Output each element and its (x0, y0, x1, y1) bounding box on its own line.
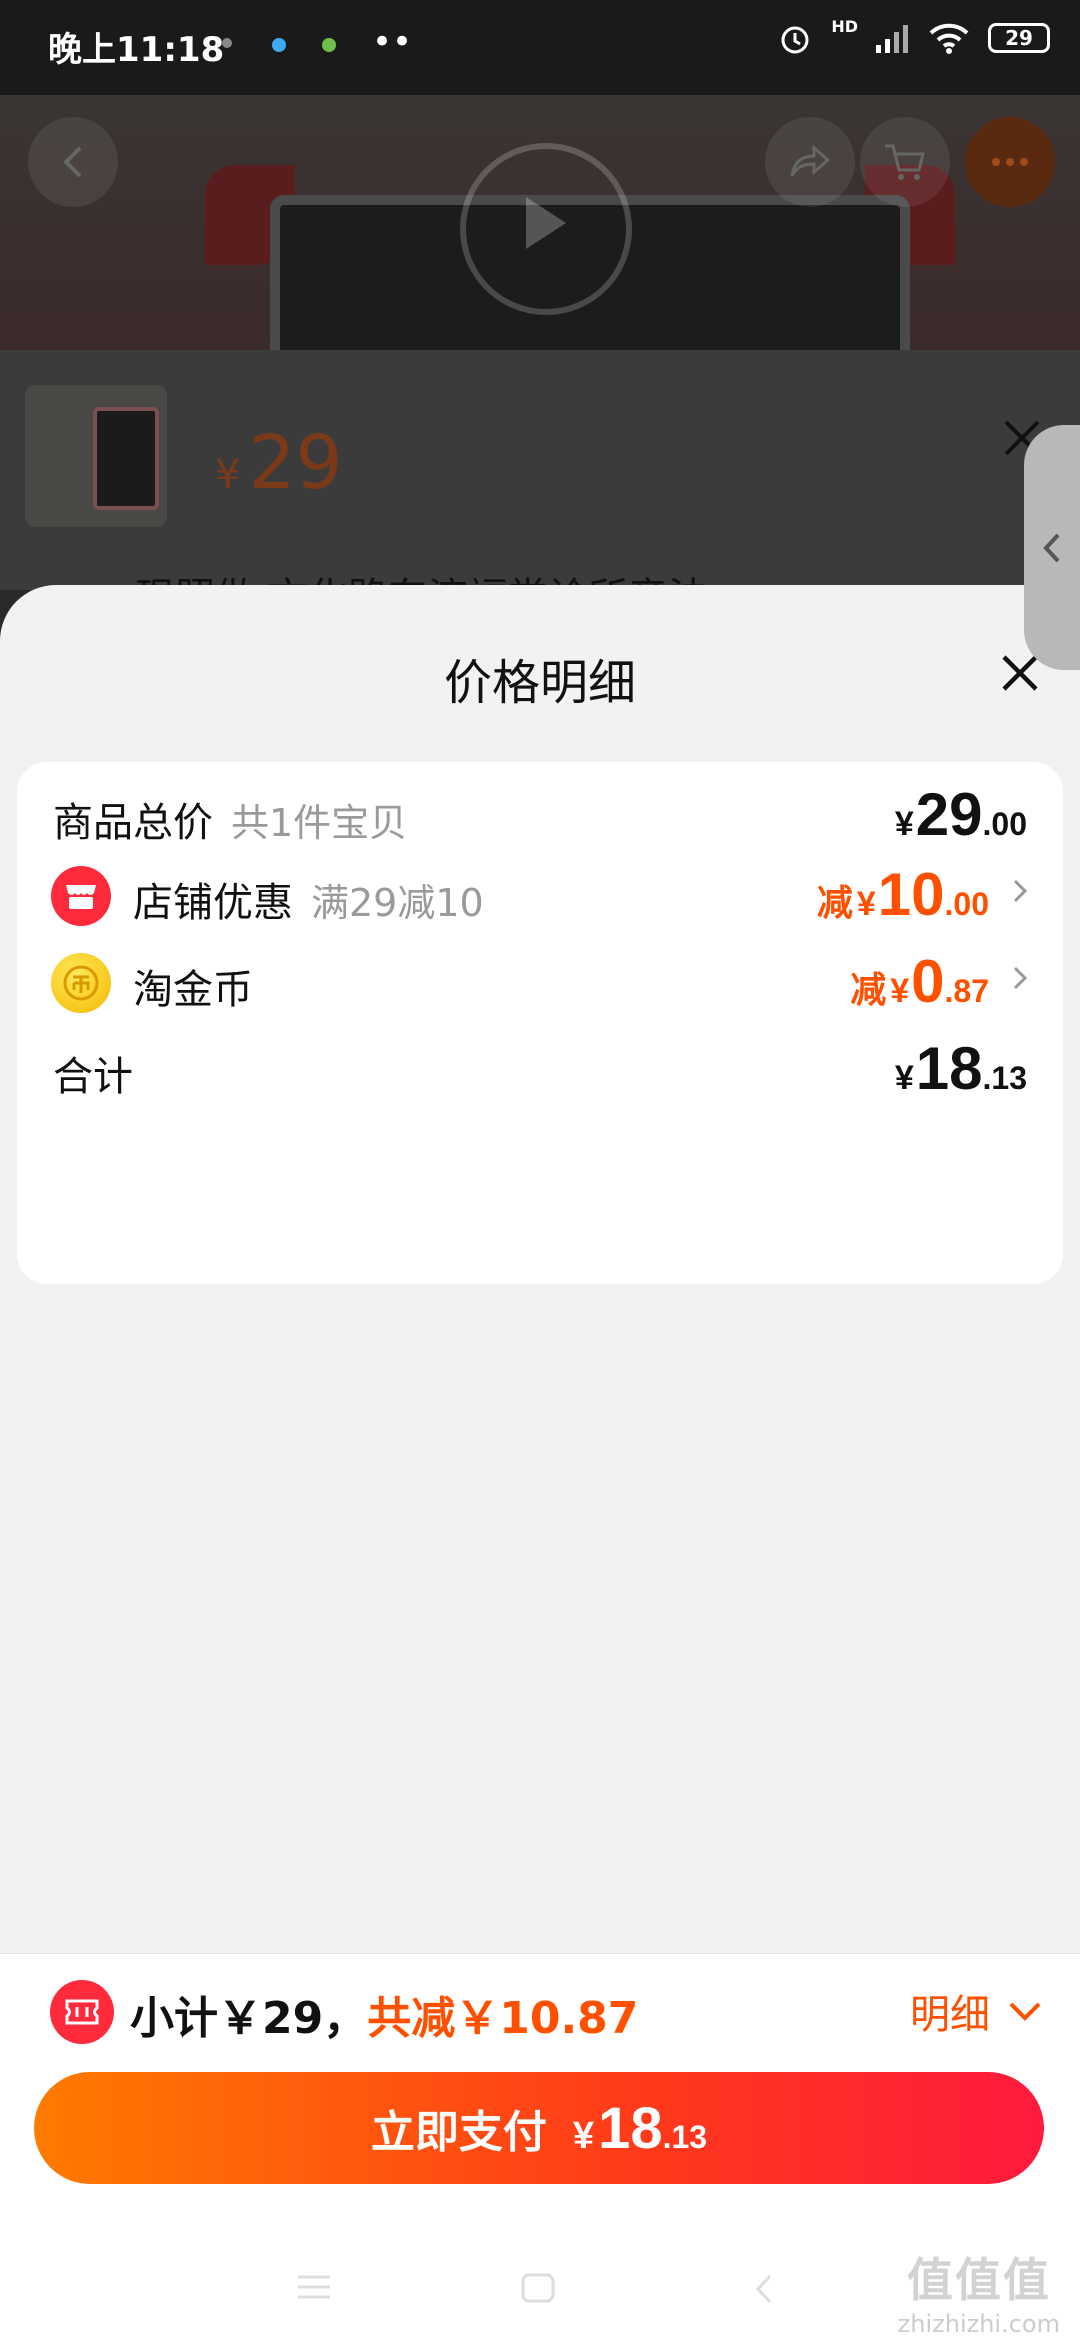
coupon-icon (50, 1980, 114, 2044)
product-price: ¥29 (215, 420, 343, 506)
shop-discount-amount: 减 ¥10.00 (817, 860, 989, 929)
reduce-prefix: 减 (850, 969, 887, 1010)
more-notifications-icon: •• (372, 22, 413, 62)
shop-discount-label: 店铺优惠 (133, 880, 293, 926)
back-button[interactable] (28, 117, 118, 207)
tao-coin-row[interactable]: 淘金币 减 ¥0.87 (17, 929, 1063, 1029)
status-bar: 晚上11:18 •• HD 29 (0, 0, 1080, 95)
row-label: 店铺优惠 满29减10 (133, 870, 484, 928)
coin-icon (51, 953, 111, 1013)
currency-symbol: ¥ (856, 885, 876, 923)
pay-amount: ¥18.13 (573, 2095, 707, 2162)
order-summary: 小计￥29，共减￥10.87 (130, 1982, 638, 2046)
currency-symbol: ¥ (890, 972, 910, 1010)
detail-toggle-button[interactable]: 明细 (910, 1982, 1042, 2040)
alarm-icon (781, 26, 809, 54)
back-icon (63, 146, 82, 178)
notification-icon (322, 38, 336, 52)
amount-decimal: .87 (944, 973, 989, 1009)
share-button[interactable] (765, 117, 855, 207)
sum-label: 合计 (53, 1054, 133, 1100)
discount-rule: 满29减10 (311, 881, 484, 925)
sheet-title: 价格明细 (443, 655, 636, 711)
thumbnail-screen (93, 407, 159, 510)
chevron-left-icon (1043, 533, 1060, 562)
watermark: 值值值 zhizhizhi.com (898, 2244, 1060, 2338)
amount-integer: 0 (911, 948, 945, 1015)
product-hero-image (0, 95, 1080, 365)
cart-button[interactable] (860, 117, 950, 207)
wifi-icon (929, 23, 969, 54)
amount-integer: 29 (915, 781, 983, 848)
cart-icon (885, 144, 925, 180)
amount-decimal: .00 (982, 806, 1027, 842)
more-icon (992, 158, 1028, 166)
price-detail-card: 商品总价 共1件宝贝 ¥29.00 店铺优惠 满29减10 减 ¥10.00 淘金币 … (17, 762, 1063, 1284)
tao-coin-label: 淘金币 (133, 967, 253, 1013)
amount-integer: 18 (915, 1035, 983, 1102)
detail-label: 明细 (910, 1992, 990, 2038)
back-nav-icon[interactable] (752, 2272, 776, 2306)
pay-now-button[interactable]: 立即支付 ¥18.13 (34, 2072, 1044, 2184)
status-time: 晚上11:18 (48, 30, 225, 70)
sum-amount: ¥18.13 (895, 1034, 1027, 1103)
row-label: 合计 (53, 1044, 133, 1102)
currency-symbol: ¥ (894, 1059, 914, 1097)
reduce-prefix: 减 (816, 882, 853, 923)
notification-icon (222, 38, 232, 48)
currency-symbol: ¥ (572, 2114, 595, 2157)
amount-decimal: .00 (944, 886, 989, 922)
price-value: 29 (248, 420, 343, 506)
shop-discount-row[interactable]: 店铺优惠 满29减10 减 ¥10.00 (17, 842, 1063, 942)
price-symbol: ¥ (215, 452, 241, 498)
checkout-bar: 小计￥29，共减￥10.87 明细 立即支付 ¥18.13 值值值 zhizhi… (0, 1953, 1080, 2341)
side-drawer-handle[interactable] (1024, 425, 1080, 670)
signal-icon (876, 25, 908, 53)
amount-decimal: .13 (662, 2118, 708, 2155)
menu-icon[interactable] (296, 2272, 332, 2302)
chevron-down-icon (1009, 2002, 1041, 2021)
play-video-button[interactable] (460, 143, 632, 315)
product-thumbnail (25, 385, 167, 527)
total-price-label: 商品总价 (53, 800, 213, 846)
pay-label: 立即支付 (370, 2107, 547, 2158)
share-icon (790, 144, 831, 177)
sum-row: 合计 ¥18.13 (17, 1016, 1063, 1116)
watermark-site: zhizhizhi.com (897, 2310, 1060, 2338)
battery-indicator: 29 (988, 23, 1050, 53)
chevron-right-icon (1013, 966, 1028, 990)
row-label: 商品总价 共1件宝贝 (53, 790, 407, 848)
notification-icon (272, 38, 286, 52)
play-icon (526, 197, 566, 249)
chevron-right-icon (1013, 879, 1028, 903)
more-button[interactable] (965, 117, 1055, 207)
amount-integer: 18 (598, 2095, 663, 2161)
tao-coin-amount: 减 ¥0.87 (850, 947, 989, 1016)
total-discount-text: 共减￥10.87 (367, 1993, 639, 2044)
row-label: 淘金币 (133, 957, 253, 1015)
network-type: HD (831, 16, 858, 36)
shop-icon (51, 866, 111, 926)
subtotal-text: 小计￥29， (130, 1993, 368, 2044)
total-price-amount: ¥29.00 (895, 780, 1027, 849)
amount-integer: 10 (877, 861, 945, 928)
watermark-logo: 值值值 (906, 2253, 1051, 2307)
amount-decimal: .13 (982, 1060, 1027, 1096)
home-icon[interactable] (520, 2272, 556, 2304)
currency-symbol: ¥ (894, 805, 914, 843)
item-count: 共1件宝贝 (231, 801, 408, 845)
sku-header: ¥29 现照做 文化路东济福堂诊所音法 (0, 350, 1080, 621)
